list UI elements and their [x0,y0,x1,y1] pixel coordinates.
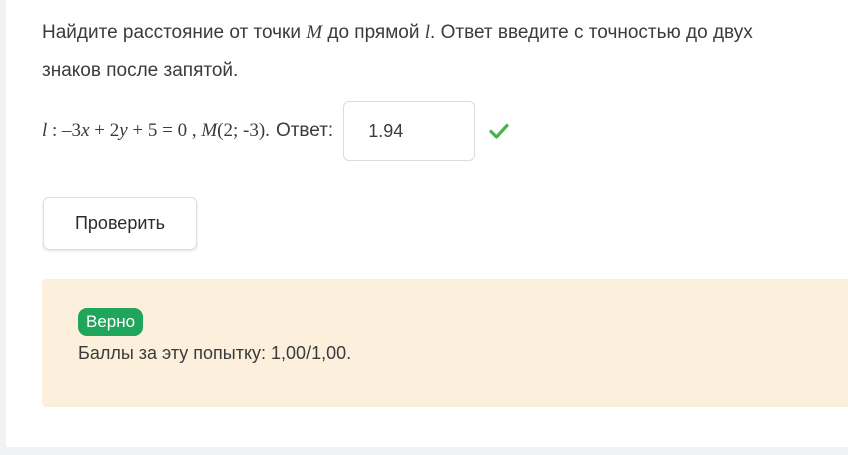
answer-label: Ответ: [275,120,334,141]
status-badge: Верно [78,308,144,336]
check-button[interactable]: Проверить [43,197,197,250]
feedback-panel: Верно Баллы за эту попытку: 1,00/1,00. [42,279,848,407]
line-equation: l : –3x + 2y + 5 = 0 , M(2; -3). [42,120,270,141]
question-card: Найдите расстояние от точки M до прямой … [6,0,848,447]
answer-line: l : –3x + 2y + 5 = 0 , M(2; -3). Ответ: [42,100,509,162]
page: Найдите расстояние от точки M до прямой … [0,0,848,455]
score-text: Баллы за эту попытку: 1,00/1,00. [78,343,352,363]
check-icon [489,121,509,141]
question-part2: до прямой [322,22,425,43]
question-part1: Найдите расстояние от точки [42,22,307,43]
check-button-label: Проверить [74,213,166,233]
point-variable: M [306,22,323,43]
answer-input[interactable] [343,101,476,161]
question-text: Найдите расстояние от точки M до прямой … [42,14,802,90]
